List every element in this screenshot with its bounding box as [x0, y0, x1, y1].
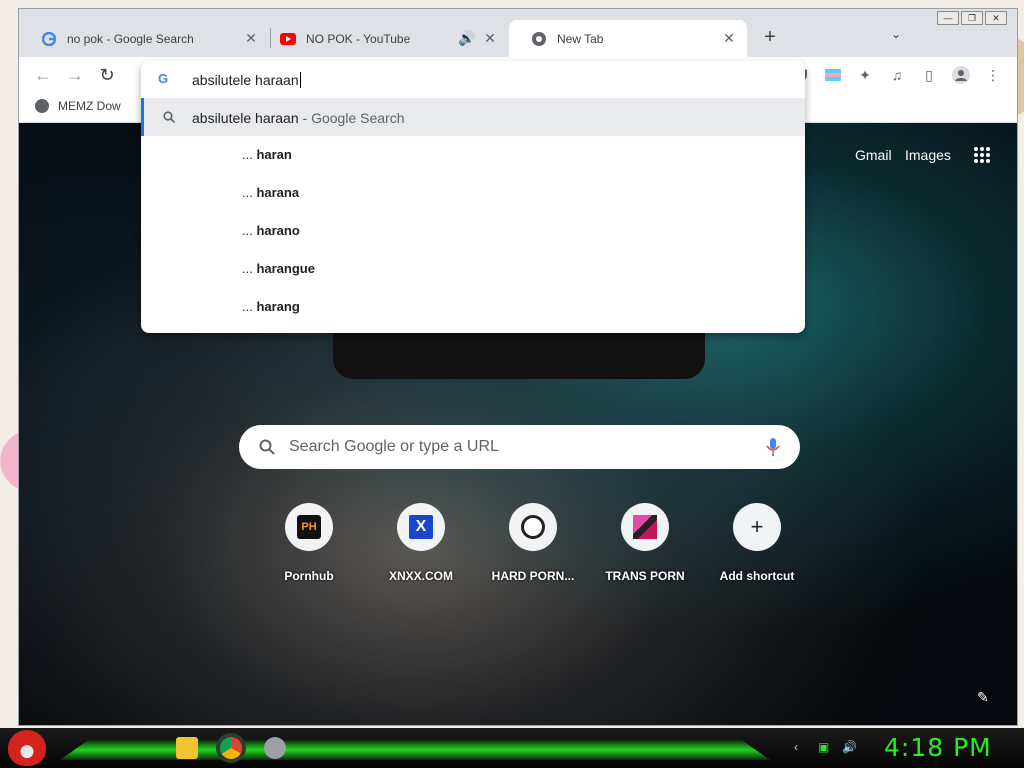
shortcut-tile[interactable]: HARD PORN... [477, 503, 589, 583]
tab-youtube[interactable]: NO POK - YouTube 🔊 ✕ [258, 20, 508, 57]
search-placeholder: Search Google or type a URL [289, 438, 499, 455]
tray-chevron-icon[interactable]: ‹ [794, 740, 798, 754]
tab-title: NO POK - YouTube [306, 31, 411, 46]
shortcut-icon-circle: X [397, 503, 445, 551]
bookmark-memz[interactable]: MEMZ Dow [35, 99, 121, 113]
chrome-newtab-icon [531, 31, 547, 47]
network-icon[interactable]: ▣ [818, 740, 829, 754]
start-button-angry-bird-icon[interactable] [8, 730, 46, 766]
search-icon [163, 111, 175, 123]
reload-icon[interactable]: ↻ [95, 63, 119, 87]
close-window-button[interactable]: ✕ [985, 11, 1007, 25]
tab-title: no pok - Google Search [67, 31, 194, 46]
folder-icon[interactable] [176, 737, 198, 759]
tab-search-chevron-icon[interactable]: ⌄ [891, 27, 901, 41]
tab-strip: no pok - Google Search ✕ NO POK - YouTub… [19, 9, 1017, 57]
flag-extension-icon[interactable] [823, 65, 843, 85]
trans-site-icon [633, 515, 657, 539]
tab-title: New Tab [557, 31, 604, 46]
forward-arrow-icon[interactable]: → [63, 63, 87, 87]
search-icon [259, 439, 275, 455]
window-controls: — ❐ ✕ [937, 11, 1007, 25]
menu-kebab-icon[interactable]: ⋮ [983, 65, 1003, 85]
ntp-search-box[interactable]: Search Google or type a URL [239, 425, 800, 469]
settings-gear-icon[interactable] [264, 737, 286, 759]
suggestion-text: absilutele haraan - Google Search [192, 110, 405, 126]
youtube-icon [280, 31, 296, 47]
speaker-icon[interactable]: 🔊 [458, 30, 475, 47]
tab-close-icon[interactable]: ✕ [243, 30, 259, 47]
tab-google-search[interactable]: no pok - Google Search ✕ [19, 20, 269, 57]
omnibox-dropdown: G absilutele haraan absilutele haraan - … [141, 61, 805, 333]
tab-new-tab[interactable]: New Tab ✕ [509, 20, 747, 57]
tab-close-icon[interactable]: ✕ [482, 30, 498, 47]
omnibox-input[interactable]: absilutele haraan [192, 72, 301, 88]
chrome-window: no pok - Google Search ✕ NO POK - YouTub… [18, 8, 1018, 726]
restore-button[interactable]: ❐ [961, 11, 983, 25]
shortcut-icon-circle [621, 503, 669, 551]
back-arrow-icon[interactable]: ← [31, 63, 55, 87]
omnibox-suggestion[interactable]: ... harana [242, 185, 299, 200]
shortcut-tile[interactable]: X XNXX.COM [365, 503, 477, 583]
shortcut-tile[interactable]: TRANS PORN [589, 503, 701, 583]
pornhub-icon: PH [297, 515, 321, 539]
images-link[interactable]: Images [905, 147, 951, 163]
taskbar-clock[interactable]: 4:18 PM [884, 733, 992, 762]
shortcuts-row: PH Pornhub X XNXX.COM HARD PORN... TRANS… [253, 503, 813, 583]
plus-icon: + [750, 514, 764, 539]
side-panel-icon[interactable]: ▯ [919, 65, 939, 85]
google-icon: G [158, 71, 169, 86]
omnibox-suggestion[interactable]: ... harano [242, 223, 300, 238]
omnibox-input-row[interactable]: G absilutele haraan [141, 61, 805, 97]
google-icon [41, 31, 57, 47]
omnibox-suggestion[interactable]: ... haran [242, 147, 292, 162]
extensions-puzzle-icon[interactable]: ✦ [855, 65, 875, 85]
google-apps-icon[interactable] [974, 147, 990, 163]
bookmark-label: MEMZ Dow [58, 99, 121, 113]
panda-icon [521, 515, 545, 539]
shortcut-label: Add shortcut [719, 569, 795, 583]
shortcut-label: TRANS PORN [605, 569, 685, 583]
profile-avatar-icon[interactable] [951, 65, 971, 85]
tab-close-icon[interactable]: ✕ [721, 30, 737, 47]
globe-icon [35, 99, 49, 113]
shortcut-icon-circle [509, 503, 557, 551]
chrome-icon[interactable] [220, 737, 242, 759]
taskbar-glow-bar [60, 740, 770, 760]
xnxx-icon: X [409, 515, 433, 539]
shortcut-icon-circle: + [733, 503, 781, 551]
omnibox-suggestion-selected[interactable]: absilutele haraan - Google Search [141, 98, 805, 136]
taskbar: ‹ ▣ 🔊 4:18 PM [0, 728, 1024, 768]
omnibox-suggestion[interactable]: ... harang [242, 299, 300, 314]
gmail-link[interactable]: Gmail [855, 147, 892, 163]
customize-pencil-icon[interactable]: ✎ [977, 689, 989, 706]
shortcut-label: Pornhub [284, 569, 334, 583]
shortcut-icon-circle: PH [285, 503, 333, 551]
volume-icon[interactable]: 🔊 [842, 740, 857, 754]
add-shortcut-button[interactable]: + Add shortcut [701, 503, 813, 583]
microphone-icon[interactable] [766, 437, 780, 457]
new-tab-button[interactable]: + [759, 26, 781, 49]
minimize-button[interactable]: — [937, 11, 959, 25]
omnibox-suggestion[interactable]: ... harangue [242, 261, 315, 276]
shortcut-label: HARD PORN... [491, 569, 575, 583]
shortcut-tile[interactable]: PH Pornhub [253, 503, 365, 583]
media-queue-icon[interactable]: ♫ [887, 65, 907, 85]
shortcut-label: XNXX.COM [388, 569, 453, 583]
